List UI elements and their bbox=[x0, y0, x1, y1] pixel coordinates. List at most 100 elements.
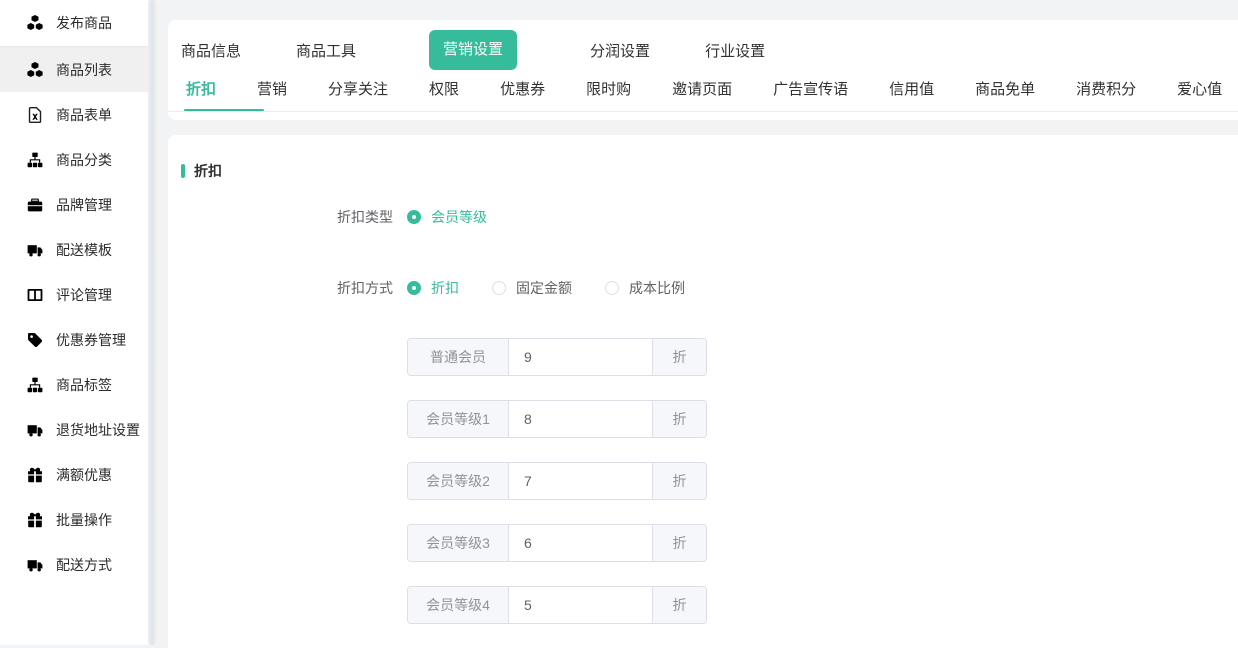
sidebar-item-label: 配送模板 bbox=[56, 240, 112, 260]
radio-label: 会员等级 bbox=[431, 207, 487, 227]
level-name: 会员等级2 bbox=[408, 463, 509, 499]
top-tab-bar: 商品信息 商品工具 营销设置 分润设置 行业设置 bbox=[168, 30, 1238, 70]
cubes-icon bbox=[27, 62, 43, 78]
subtab-consume-points[interactable]: 消费积分 bbox=[1076, 74, 1136, 111]
sidebar-item-label: 商品列表 bbox=[56, 60, 112, 80]
tab-marketing-settings[interactable]: 营销设置 bbox=[429, 30, 517, 70]
level-input-wrap: 会员等级2 折 bbox=[407, 462, 707, 500]
level-discount-input[interactable] bbox=[509, 339, 652, 375]
tab-profit-settings[interactable]: 分润设置 bbox=[590, 40, 650, 61]
tab-product-tools[interactable]: 商品工具 bbox=[296, 40, 356, 61]
tag-icon bbox=[27, 332, 43, 348]
sidebar-item-product-list[interactable]: 商品列表 bbox=[0, 47, 148, 92]
discount-type-label: 折扣类型 bbox=[181, 207, 393, 227]
sidebar-item-label: 批量操作 bbox=[56, 510, 112, 530]
gift-icon bbox=[27, 467, 43, 483]
level-input-wrap: 普通会员 折 bbox=[407, 338, 707, 376]
discount-mode-label: 折扣方式 bbox=[181, 278, 393, 298]
sidebar-item-product-category[interactable]: 商品分类 bbox=[0, 137, 148, 182]
unit-label: 折 bbox=[652, 463, 706, 499]
level-input-wrap: 会员等级3 折 bbox=[407, 524, 707, 562]
subtab-flash-sale[interactable]: 限时购 bbox=[586, 74, 631, 111]
truck-icon bbox=[27, 242, 43, 258]
radio-label: 固定金额 bbox=[516, 278, 572, 298]
columns-icon bbox=[27, 287, 43, 303]
level-discount-input[interactable] bbox=[509, 463, 652, 499]
member-level-row: 普通会员 折 bbox=[181, 338, 1238, 376]
level-discount-input[interactable] bbox=[509, 401, 652, 437]
level-discount-input[interactable] bbox=[509, 525, 652, 561]
sidebar-item-product-form[interactable]: 商品表单 bbox=[0, 92, 148, 137]
subtab-marketing[interactable]: 营销 bbox=[257, 74, 287, 111]
subtab-ad-slogan[interactable]: 广告宣传语 bbox=[773, 74, 848, 111]
truck-icon bbox=[27, 422, 43, 438]
level-input-group: 会员等级3 折 bbox=[407, 524, 707, 562]
subtab-discount[interactable]: 折扣 bbox=[186, 74, 216, 111]
level-discount-input[interactable] bbox=[509, 587, 652, 623]
radio-member-level[interactable]: 会员等级 bbox=[407, 207, 487, 227]
radio-discount[interactable]: 折扣 bbox=[407, 278, 459, 298]
sidebar-item-coupon-management[interactable]: 优惠券管理 bbox=[0, 317, 148, 362]
briefcase-icon bbox=[27, 197, 43, 213]
cubes-icon bbox=[27, 15, 43, 31]
section-title: 折扣 bbox=[194, 161, 222, 181]
level-input-group: 会员等级1 折 bbox=[407, 400, 707, 438]
sidebar-item-label: 品牌管理 bbox=[56, 195, 112, 215]
radio-dot-icon bbox=[407, 281, 421, 295]
sidebar-item-comment-management[interactable]: 评论管理 bbox=[0, 272, 148, 317]
discount-type-options: 会员等级 bbox=[407, 207, 520, 227]
subtab-coupon[interactable]: 优惠券 bbox=[500, 74, 545, 111]
sub-tab-bar: 折扣 营销 分享关注 权限 优惠券 限时购 邀请页面 广告宣传语 信用值 商品免… bbox=[168, 74, 1238, 112]
level-input-wrap: 会员等级1 折 bbox=[407, 400, 707, 438]
subtab-permission[interactable]: 权限 bbox=[429, 74, 459, 111]
subtab-share-follow[interactable]: 分享关注 bbox=[328, 74, 388, 111]
sidebar-item-publish-product[interactable]: 发布商品 bbox=[0, 0, 148, 47]
discount-type-row: 折扣类型 会员等级 bbox=[181, 207, 1238, 227]
radio-dot-icon bbox=[492, 281, 506, 295]
radio-fixed-amount[interactable]: 固定金额 bbox=[492, 278, 572, 298]
level-input-wrap: 会员等级4 折 bbox=[407, 586, 707, 624]
section-accent-bar bbox=[181, 164, 185, 178]
level-name: 会员等级3 bbox=[408, 525, 509, 561]
unit-label: 折 bbox=[652, 587, 706, 623]
sidebar-item-label: 配送方式 bbox=[56, 555, 112, 575]
sidebar-item-return-address[interactable]: 退货地址设置 bbox=[0, 407, 148, 452]
tab-product-info[interactable]: 商品信息 bbox=[181, 40, 241, 61]
radio-cost-ratio[interactable]: 成本比例 bbox=[605, 278, 685, 298]
sitemap-icon bbox=[27, 377, 43, 393]
level-input-group: 普通会员 折 bbox=[407, 338, 707, 376]
sidebar-item-label: 商品标签 bbox=[56, 375, 112, 395]
main-area: 商品信息 商品工具 营销设置 分润设置 行业设置 折扣 营销 分享关注 权限 优… bbox=[168, 0, 1238, 645]
sidebar-item-batch-operation[interactable]: 批量操作 bbox=[0, 497, 148, 542]
sidebar-item-shipping-template[interactable]: 配送模板 bbox=[0, 227, 148, 272]
sidebar-item-label: 商品表单 bbox=[56, 105, 112, 125]
sidebar-scrollbar[interactable] bbox=[148, 0, 157, 645]
level-name: 会员等级4 bbox=[408, 587, 509, 623]
member-level-row: 会员等级1 折 bbox=[181, 400, 1238, 438]
sidebar-item-full-discount[interactable]: 满额优惠 bbox=[0, 452, 148, 497]
member-level-row: 会员等级4 折 bbox=[181, 586, 1238, 624]
truck-icon bbox=[27, 557, 43, 573]
discount-form: 折扣类型 会员等级 折扣方式 折扣 固定 bbox=[181, 207, 1238, 624]
sidebar-item-brand-management[interactable]: 品牌管理 bbox=[0, 182, 148, 227]
subtab-free-order[interactable]: 商品免单 bbox=[975, 74, 1035, 111]
unit-label: 折 bbox=[652, 401, 706, 437]
sidebar-item-label: 评论管理 bbox=[56, 285, 112, 305]
sidebar-item-label: 发布商品 bbox=[56, 13, 112, 33]
member-level-row: 会员等级3 折 bbox=[181, 524, 1238, 562]
discount-panel: 折扣 折扣类型 会员等级 折扣方式 折扣 bbox=[168, 135, 1238, 648]
sidebar-item-label: 商品分类 bbox=[56, 150, 112, 170]
subtab-credit-value[interactable]: 信用值 bbox=[889, 74, 934, 111]
sidebar-item-label: 满额优惠 bbox=[56, 465, 112, 485]
subtab-love-value[interactable]: 爱心值 bbox=[1177, 74, 1222, 111]
sidebar-item-product-tags[interactable]: 商品标签 bbox=[0, 362, 148, 407]
unit-label: 折 bbox=[652, 339, 706, 375]
radio-label: 成本比例 bbox=[629, 278, 685, 298]
sidebar-item-delivery-method[interactable]: 配送方式 bbox=[0, 542, 148, 587]
tab-industry-settings[interactable]: 行业设置 bbox=[705, 40, 765, 61]
level-name: 会员等级1 bbox=[408, 401, 509, 437]
subtab-invite-page[interactable]: 邀请页面 bbox=[672, 74, 732, 111]
discount-mode-row: 折扣方式 折扣 固定金额 成本比例 bbox=[181, 278, 1238, 298]
tabs-card: 商品信息 商品工具 营销设置 分润设置 行业设置 折扣 营销 分享关注 权限 优… bbox=[168, 20, 1238, 120]
unit-label: 折 bbox=[652, 525, 706, 561]
